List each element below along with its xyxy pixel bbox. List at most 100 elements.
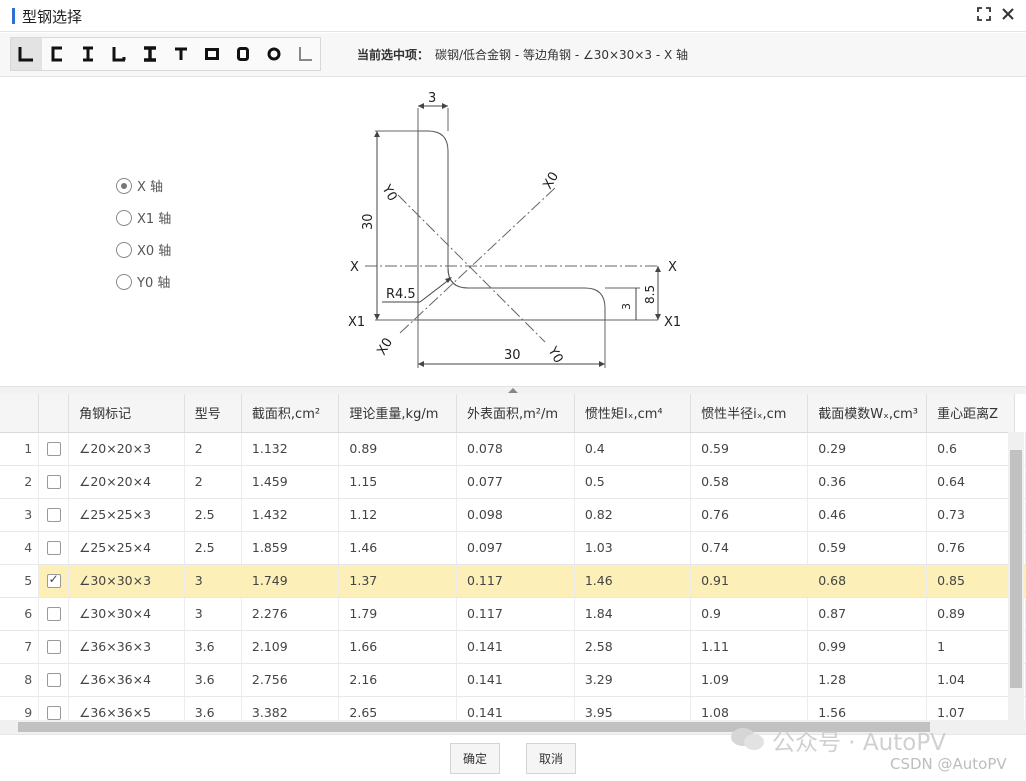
row-checkbox[interactable] [46,572,61,589]
column-header[interactable]: 型号 [184,394,242,433]
table-cell: ∠36×36×5 [68,696,185,722]
table-cell: 0.117 [456,564,575,598]
i-beam-icon[interactable] [73,38,104,70]
row-index: 2 [0,465,40,499]
table-cell: 3.29 [574,663,692,697]
table-cell: 1 [926,630,1015,664]
vertical-scrollbar[interactable] [1008,432,1024,720]
row-checkbox[interactable] [46,442,61,457]
square-tube-icon[interactable] [227,38,258,70]
table-cell: 1.15 [338,465,457,499]
table-cell: 2.5 [184,531,242,565]
table-row[interactable]: 5 ∠30×30×331.7491.370.1171.460.910.680.85 [0,564,1026,598]
table-cell: 1.28 [807,663,928,697]
table-cell: 1.84 [574,597,692,631]
row-checkbox[interactable] [46,706,61,721]
maximize-icon[interactable] [975,6,993,24]
channel-icon[interactable] [42,38,73,70]
table-cell: 0.141 [456,663,575,697]
table-cell: 0.4 [574,432,692,466]
collapse-arrow-icon[interactable] [508,388,518,393]
table-cell: 1.56 [807,696,928,722]
table-cell: 0.76 [690,498,809,532]
table-row[interactable]: 9 ∠36×36×5 3.6 3.382 2.65 0.141 3.95 1.08 1.56 1.… [0,696,1026,722]
column-header[interactable]: 惯性矩Iₓ,cm⁴ [574,394,692,433]
cancel-button[interactable]: 取消 [526,743,576,774]
table-cell: 0.6 [926,432,1015,466]
row-checkbox-cell [38,630,70,664]
rect-tube-icon[interactable] [196,38,227,70]
table-cell: 3.6 [184,630,242,664]
table-cell: 2.5 [184,498,242,532]
cold-formed-angle-icon[interactable] [289,38,320,70]
column-header[interactable]: 截面积,cm² [241,394,340,433]
row-checkbox[interactable] [46,640,61,655]
table-cell: 1.749 [241,564,340,598]
angle-equal-icon[interactable] [11,38,42,70]
label-x-left: X [350,260,359,275]
row-checkbox-cell [38,498,70,532]
table-cell: 0.76 [926,531,1015,565]
close-icon[interactable] [999,6,1017,24]
table-row[interactable]: 2 ∠20×20×4 2 1.459 1.15 0.077 0.5 0.58 0.36 0.64 [0,465,1026,499]
table-cell: 0.46 [807,498,928,532]
vertical-scroll-thumb[interactable] [1010,450,1022,688]
axis-option-y0[interactable]: Y0 轴 [116,272,170,291]
dim-height: 30 [361,213,376,230]
table-cell: 1.03 [574,531,692,565]
table-cell: 0.077 [456,465,575,499]
column-header[interactable]: 重心距离Z [926,394,1015,433]
table-row[interactable]: 4 ∠25×25×4 2.5 1.859 1.46 0.097 1.03 0.74 0.59 0.… [0,531,1026,565]
radio-button[interactable] [116,273,132,290]
table-row[interactable]: 6 ∠30×30×4 3 2.276 1.79 0.117 1.84 0.9 0.87 0.89 [0,597,1026,631]
table-cell: 0.82 [574,498,692,532]
table-cell: 2.65 [338,696,457,722]
table-row[interactable]: 3 ∠25×25×3 2.5 1.432 1.12 0.098 0.82 0.76 0.46 0.… [0,498,1026,532]
column-header[interactable]: 理论重量,kg/m [338,394,457,433]
table-header-row: 角钢标记 型号 截面积,cm² 理论重量,kg/m 外表面积,m²/m 惯性矩I… [0,394,1026,433]
table-cell: 0.078 [456,432,575,466]
table-row[interactable]: 1 ∠20×20×3 2 1.132 0.89 0.078 0.4 0.59 0.29 0.6 [0,432,1026,466]
table-cell: 0.59 [807,531,928,565]
label-x1-left: X1 [348,315,365,330]
table-cell: 3.382 [241,696,340,722]
h-beam-icon[interactable] [135,38,166,70]
radio-button[interactable] [116,209,132,226]
table-cell: 1.432 [241,498,340,532]
table-cell: 0.141 [456,630,575,664]
column-header[interactable]: 外表面积,m²/m [456,394,575,433]
axis-option-x1[interactable]: X1 轴 [116,208,171,227]
axis-option-x[interactable]: X 轴 [116,176,163,195]
table-row[interactable]: 7 ∠36×36×3 3.6 2.109 1.66 0.141 2.58 1.11 0.99 1 [0,630,1026,664]
row-checkbox[interactable] [46,673,61,688]
row-checkbox[interactable] [46,607,61,622]
axis-option-x0[interactable]: X0 轴 [116,240,171,259]
column-header[interactable]: 截面模数Wₓ,cm³ [807,394,928,433]
table-cell: 0.73 [926,498,1015,532]
row-checkbox[interactable] [46,475,61,490]
table-cell: 1.132 [241,432,340,466]
table-cell: 2.109 [241,630,340,664]
column-header[interactable]: 角钢标记 [68,394,185,433]
header-index [0,394,40,433]
t-beam-icon[interactable] [166,38,197,70]
current-selection-label: 当前选中项： [357,48,430,62]
row-checkbox-cell [38,663,70,697]
row-checkbox[interactable] [46,508,61,523]
table-row[interactable]: 8 ∠36×36×4 3.6 2.756 2.16 0.141 3.29 1.09 1.28 1.… [0,663,1026,697]
round-tube-icon[interactable] [258,38,289,70]
row-index: 1 [0,432,40,466]
title-accent-bar [12,8,15,24]
row-checkbox[interactable] [46,541,61,556]
panel-splitter[interactable] [0,386,1026,394]
column-header[interactable]: 惯性半径iₓ,cm [690,394,809,433]
angle-unequal-icon[interactable] [104,38,135,70]
label-x0-bottom: X0 [374,336,396,358]
ok-button[interactable]: 确定 [450,743,500,774]
title-bar: 型钢选择 [0,0,1026,32]
radio-button[interactable] [116,177,132,194]
row-checkbox-cell [38,465,70,499]
row-checkbox-cell [38,696,70,722]
radio-button[interactable] [116,241,132,258]
shape-toolbar: 当前选中项： 碳钢/低合金钢 - 等边角钢 - ∠30×30×3 - X 轴 [0,33,1026,77]
